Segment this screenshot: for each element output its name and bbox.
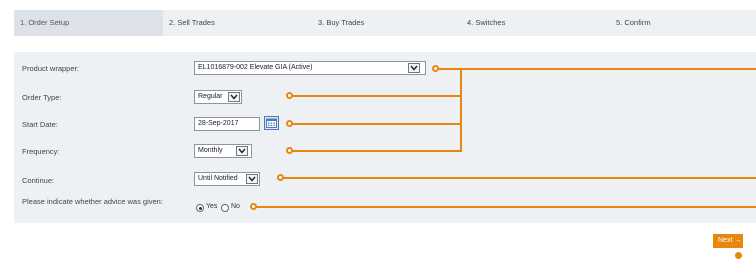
advice-yes-label: Yes — [206, 203, 218, 210]
order-type-value: Regular — [198, 93, 223, 100]
connector-line — [292, 95, 462, 97]
connector-line — [256, 206, 756, 208]
product-wrapper-label: Product wrapper: — [22, 64, 80, 73]
step-order-setup[interactable]: 1. Order Setup — [14, 10, 163, 36]
connector-dot — [286, 92, 293, 99]
continue-label: Continue: — [22, 176, 55, 185]
advice-yes-radio[interactable] — [196, 204, 204, 212]
chevron-down-icon[interactable] — [246, 174, 258, 184]
wizard-steps: 1. Order Setup 2. Sell Trades 3. Buy Tra… — [14, 10, 756, 36]
connector-line — [438, 68, 756, 70]
advice-label: Please indicate whether advice was given… — [22, 197, 163, 206]
connector-dot — [250, 203, 257, 210]
frequency-value: Monthly — [198, 147, 223, 154]
step-confirm[interactable]: 5. Confirm — [610, 10, 756, 36]
connector-line — [292, 123, 462, 125]
connector-dot — [277, 174, 284, 181]
start-date-label: Start Date: — [22, 120, 58, 129]
product-wrapper-value: EL1016879-002 Elevate GIA (Active) — [198, 64, 313, 71]
order-setup-form: Product wrapper: EL1016879-002 Elevate G… — [14, 52, 756, 223]
connector-dot — [432, 65, 439, 72]
connector-line — [283, 177, 756, 179]
order-type-label: Order Type: — [22, 93, 62, 102]
connector-line — [292, 150, 462, 152]
connector-dot — [286, 147, 293, 154]
step-switches[interactable]: 4. Switches — [461, 10, 610, 36]
connector-line — [460, 68, 462, 151]
connector-dot — [735, 252, 742, 259]
frequency-label: Frequency: — [22, 147, 60, 156]
start-date-input[interactable]: 28-Sep-2017 — [194, 117, 260, 131]
chevron-down-icon[interactable] — [236, 146, 248, 156]
step-sell-trades[interactable]: 2. Sell Trades — [163, 10, 312, 36]
product-wrapper-select[interactable]: EL1016879-002 Elevate GIA (Active) — [194, 61, 426, 75]
advice-no-label: No — [231, 203, 240, 210]
connector-dot — [286, 120, 293, 127]
start-date-value: 28-Sep-2017 — [198, 120, 239, 127]
advice-no-radio[interactable] — [221, 204, 229, 212]
next-button[interactable]: Next → — [713, 234, 743, 248]
calendar-icon[interactable] — [264, 116, 279, 130]
chevron-down-icon[interactable] — [228, 92, 240, 102]
continue-value: Until Notified — [198, 175, 238, 182]
chevron-down-icon[interactable] — [408, 63, 420, 73]
step-buy-trades[interactable]: 3. Buy Trades — [312, 10, 461, 36]
